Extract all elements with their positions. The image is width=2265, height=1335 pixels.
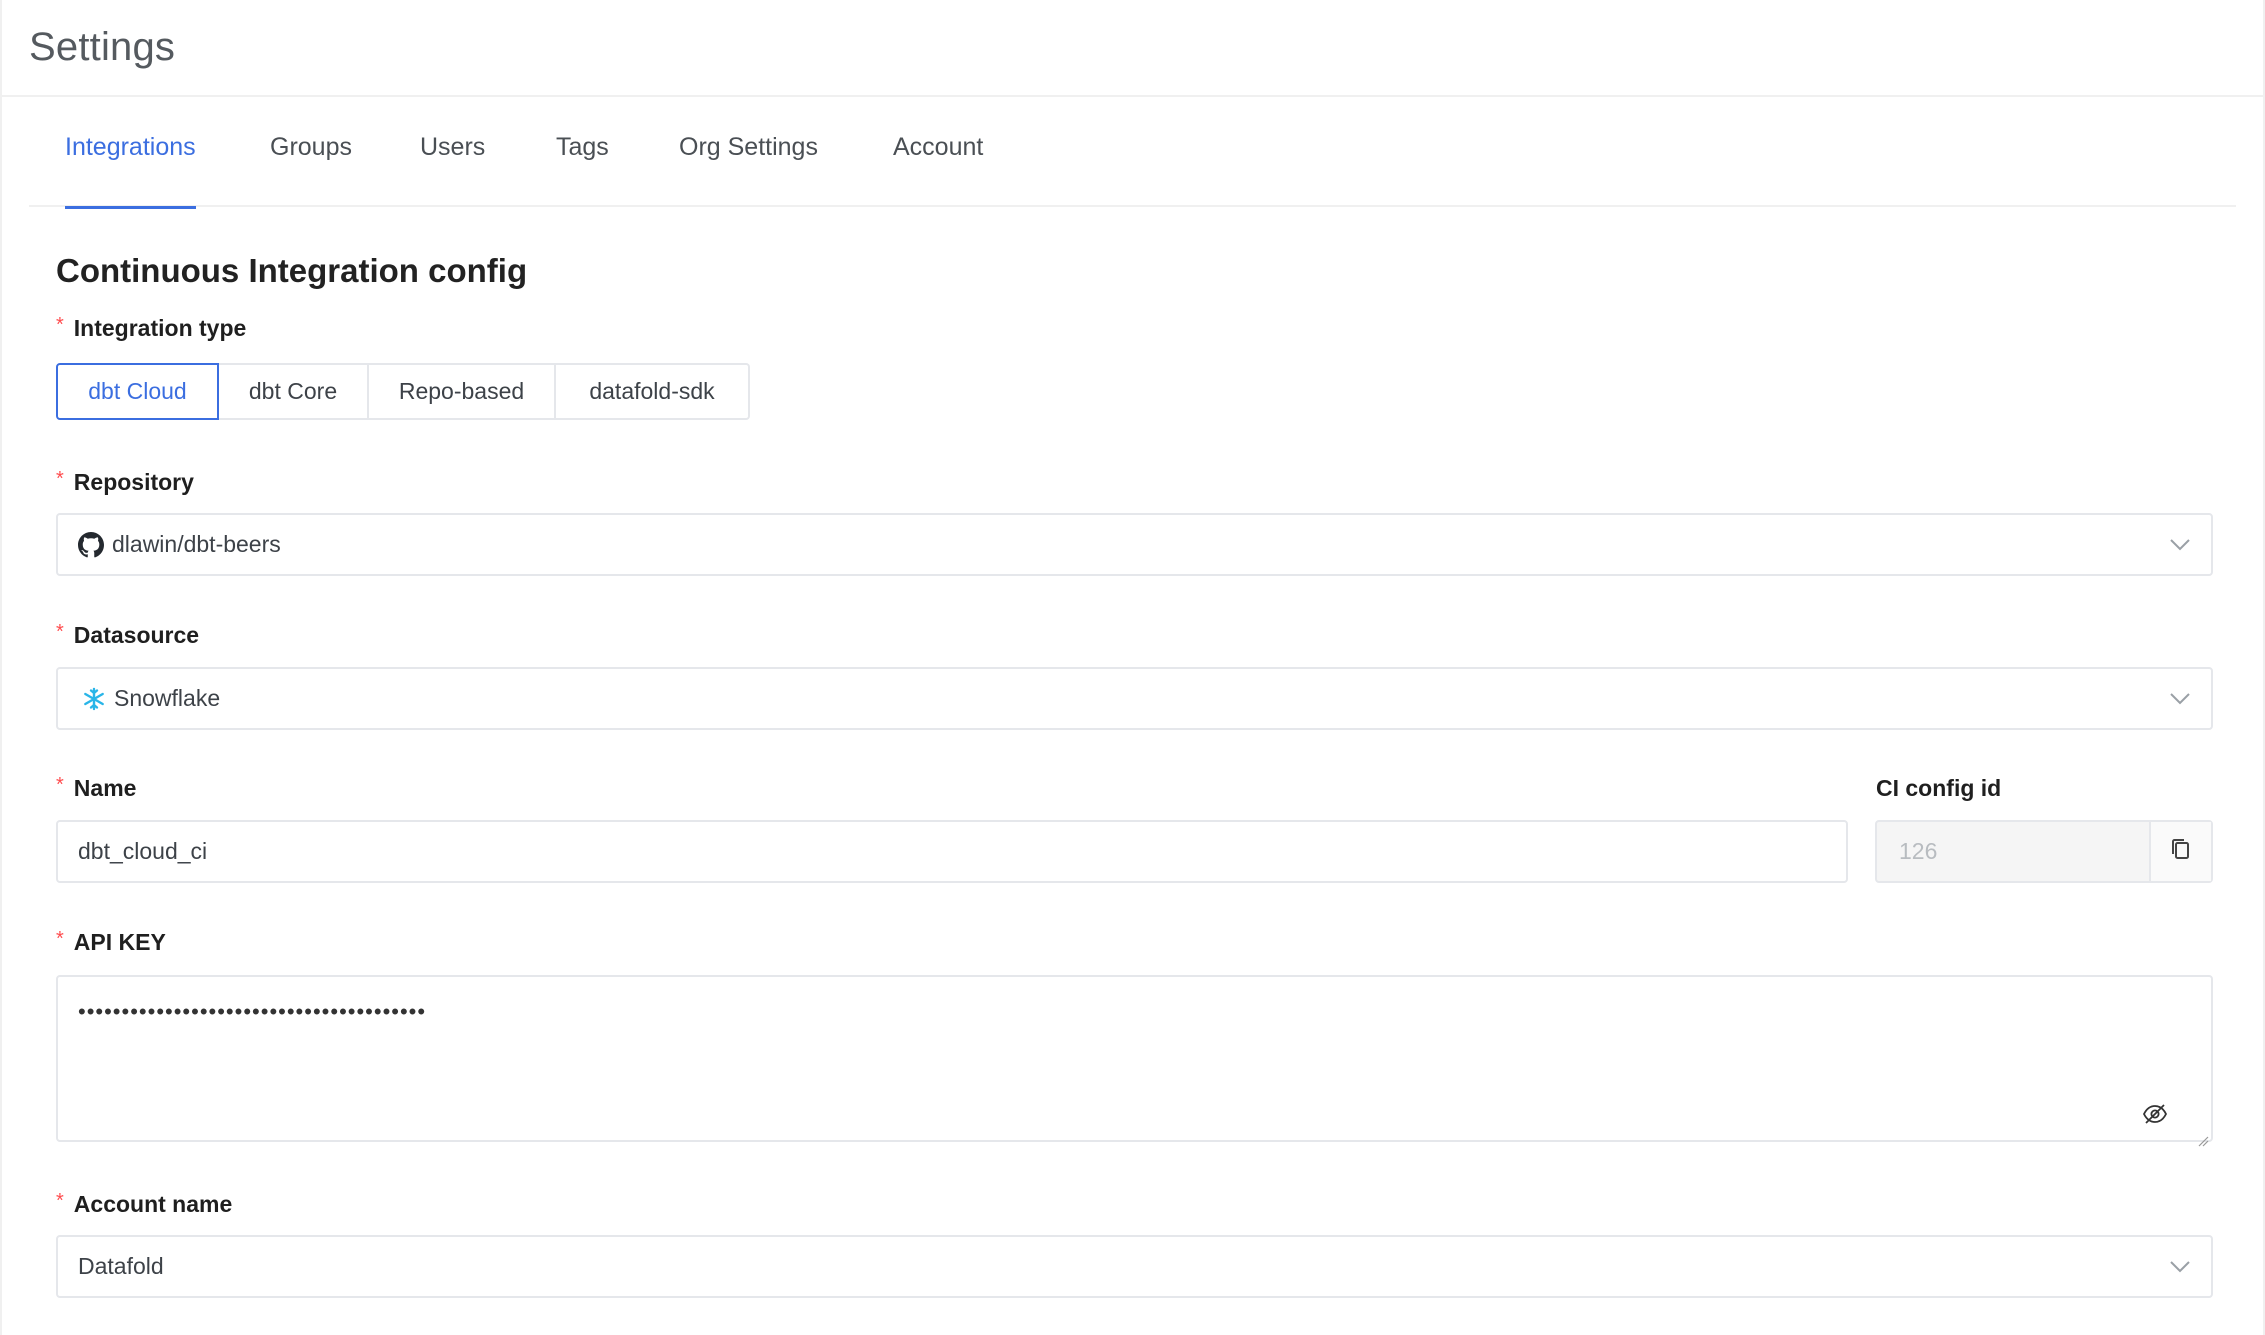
repository-select[interactable]: dlawin/dbt-beers	[56, 513, 2213, 576]
tab-integrations[interactable]: Integrations	[65, 97, 196, 209]
integration-option-dbt-cloud[interactable]: dbt Cloud	[56, 363, 219, 420]
required-marker: *	[56, 774, 64, 796]
account-name-value: Datafold	[78, 1253, 164, 1279]
required-marker: *	[56, 1190, 64, 1212]
copy-icon	[2170, 837, 2192, 867]
api-key-label: * API KEY	[56, 928, 166, 956]
tab-users[interactable]: Users	[420, 97, 485, 207]
name-label-text: Name	[73, 775, 137, 801]
eye-slash-icon[interactable]	[2141, 1100, 2169, 1128]
ci-config-id-value: 126	[1899, 838, 1938, 864]
page-header: Settings	[2, 0, 2263, 97]
datasource-selected-value: Snowflake	[58, 685, 2169, 712]
resize-handle-icon[interactable]	[2197, 1126, 2209, 1147]
account-name-label: * Account name	[56, 1190, 233, 1218]
integration-option-repo-based[interactable]: Repo-based	[369, 363, 556, 420]
name-label: * Name	[56, 774, 137, 802]
tab-org-settings[interactable]: Org Settings	[679, 97, 818, 207]
integration-option-dbt-core[interactable]: dbt Core	[219, 363, 369, 420]
required-marker: *	[56, 468, 64, 490]
integration-type-label-text: Integration type	[73, 315, 247, 341]
section-title: Continuous Integration config	[56, 252, 528, 289]
required-marker: *	[56, 621, 64, 643]
chevron-down-icon	[2169, 1256, 2191, 1278]
snowflake-icon	[82, 687, 106, 711]
integration-type-selector: dbt Cloud dbt Core Repo-based datafold-s…	[56, 363, 750, 420]
chevron-down-icon	[2169, 534, 2191, 556]
account-name-label-text: Account name	[73, 1191, 233, 1217]
tab-groups[interactable]: Groups	[270, 97, 352, 207]
integration-type-label: * Integration type	[56, 314, 247, 342]
repository-label-text: Repository	[73, 469, 194, 495]
copy-button[interactable]	[2149, 822, 2211, 881]
settings-page: Settings Integrations Groups Users Tags …	[0, 0, 2265, 1335]
chevron-down-icon	[2169, 688, 2191, 710]
api-key-value: ••••••••••••••••••••••••••••••••••••••••	[78, 999, 427, 1024]
datasource-value: Snowflake	[114, 685, 221, 711]
api-key-textarea[interactable]: ••••••••••••••••••••••••••••••••••••••••	[56, 975, 2213, 1147]
tab-account[interactable]: Account	[893, 97, 983, 207]
datasource-label: * Datasource	[56, 621, 200, 649]
required-marker: *	[56, 928, 64, 950]
name-input[interactable]: dbt_cloud_ci	[56, 820, 1848, 883]
repository-label: * Repository	[56, 468, 194, 496]
page-title: Settings	[29, 25, 176, 69]
api-key-label-text: API KEY	[73, 929, 166, 955]
account-name-select[interactable]: Datafold	[56, 1235, 2213, 1298]
ci-config-id-field: 126	[1875, 820, 2213, 883]
github-icon	[78, 531, 104, 558]
repository-value: dlawin/dbt-beers	[112, 531, 281, 557]
name-value: dbt_cloud_ci	[78, 838, 208, 864]
datasource-select[interactable]: Snowflake	[56, 667, 2213, 730]
account-name-selected-value: Datafold	[58, 1253, 2169, 1280]
ci-config-id-label: CI config id	[1876, 775, 2002, 801]
integration-option-datafold-sdk[interactable]: datafold-sdk	[556, 363, 750, 420]
datasource-label-text: Datasource	[73, 622, 200, 648]
required-marker: *	[56, 314, 64, 336]
tab-tags[interactable]: Tags	[556, 97, 609, 207]
settings-tabs: Integrations Groups Users Tags Org Setti…	[29, 97, 2236, 209]
repository-selected-value: dlawin/dbt-beers	[58, 531, 2169, 558]
